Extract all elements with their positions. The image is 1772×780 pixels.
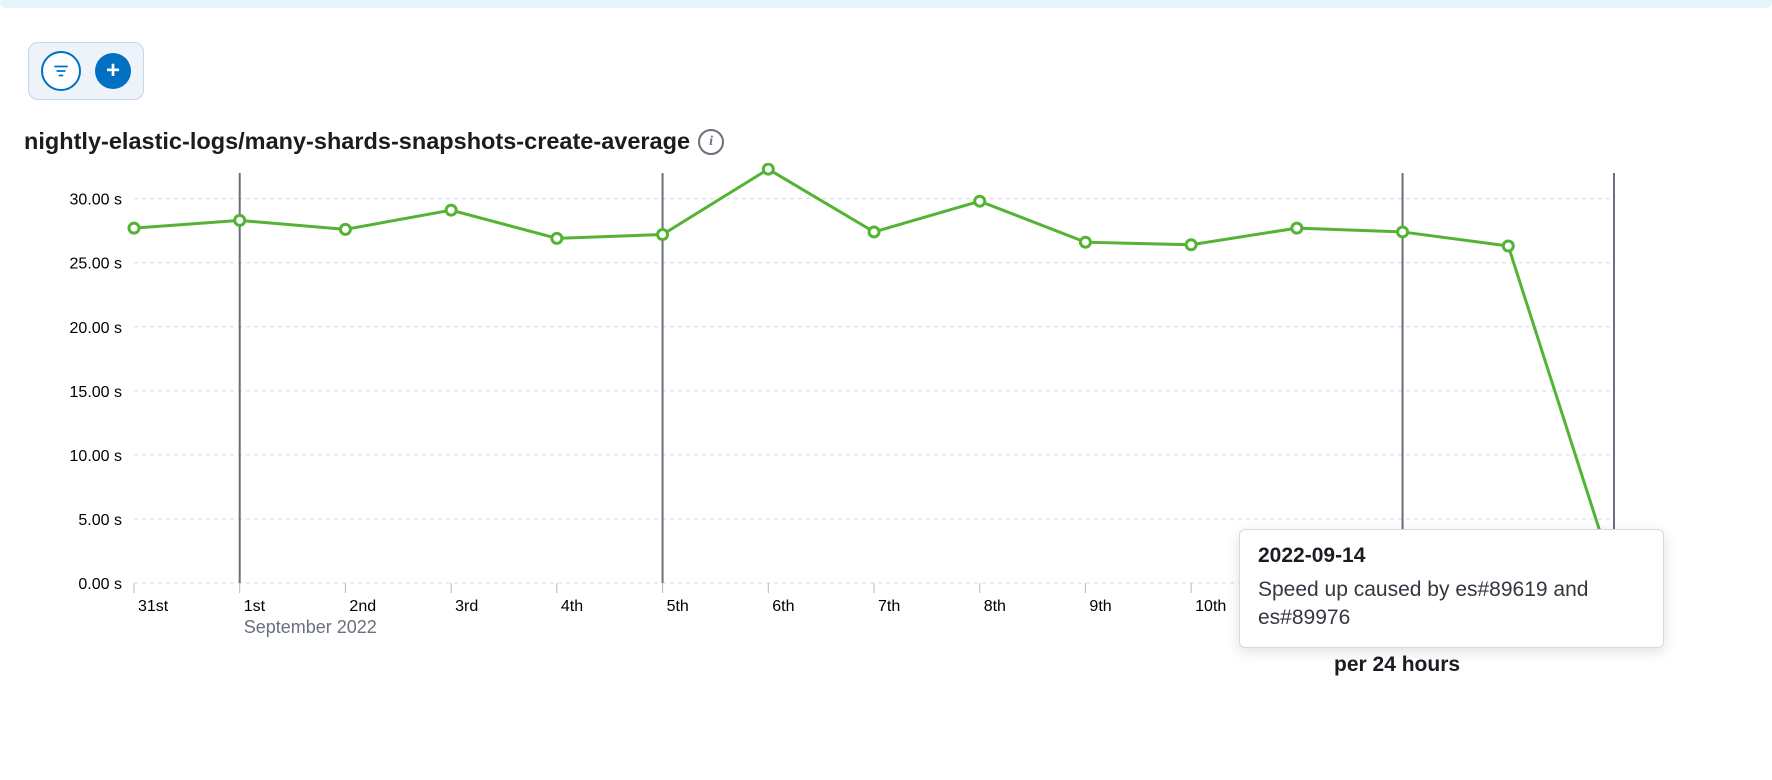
x-tick-label: 4th [561, 598, 583, 615]
data-point[interactable] [763, 164, 773, 174]
data-point[interactable] [975, 196, 985, 206]
x-tick-label: 9th [1089, 598, 1111, 615]
y-tick-label: 0.00 s [78, 576, 122, 593]
x-tick-label: 3rd [455, 598, 478, 615]
y-tick-label: 15.00 s [70, 384, 122, 401]
data-point[interactable] [235, 215, 245, 225]
top-info-strip [0, 0, 1772, 8]
y-tick-label: 10.00 s [70, 448, 122, 465]
x-tick-label: 10th [1195, 598, 1226, 615]
data-point[interactable] [1186, 240, 1196, 250]
y-tick-label: 20.00 s [70, 320, 122, 337]
chart-title: nightly-elastic-logs/many-shards-snapsho… [24, 128, 690, 155]
x-tick-label: 5th [667, 598, 689, 615]
x-axis-period-label: September 2022 [244, 617, 377, 637]
data-point[interactable] [129, 223, 139, 233]
y-tick-label: 25.00 s [70, 256, 122, 273]
chart-container: 0.00 s 5.00 s 10.00 s 15.00 s 20.00 s 25.00 s… [24, 163, 1664, 683]
data-point[interactable] [446, 205, 456, 215]
filter-toolbar: + [28, 42, 144, 100]
data-point[interactable] [1503, 241, 1513, 251]
x-axis-unit-label: per 24 hours [1334, 653, 1460, 677]
data-point[interactable] [1292, 223, 1302, 233]
x-tick-label: 6th [772, 598, 794, 615]
tooltip-body: Speed up caused by es#89619 and es#89976 [1258, 576, 1645, 633]
add-filter-button[interactable]: + [95, 53, 131, 89]
data-point[interactable] [1398, 227, 1408, 237]
tooltip-title: 2022-09-14 [1258, 544, 1645, 568]
filter-icon [52, 62, 70, 80]
x-tick-label: 7th [878, 598, 900, 615]
x-tick-label: 31st [138, 598, 169, 615]
plus-icon: + [106, 59, 120, 83]
data-point[interactable] [552, 233, 562, 243]
y-tick-label: 5.00 s [78, 512, 122, 529]
data-point[interactable] [1080, 237, 1090, 247]
data-point[interactable] [340, 224, 350, 234]
chart-title-row: nightly-elastic-logs/many-shards-snapsho… [24, 128, 1772, 155]
info-icon[interactable]: i [698, 129, 724, 155]
data-point[interactable] [869, 227, 879, 237]
filter-button[interactable] [41, 51, 81, 91]
annotation-tooltip: 2022-09-14 Speed up caused by es#89619 a… [1239, 529, 1664, 648]
y-tick-label: 30.00 s [70, 192, 122, 209]
x-tick-label: 2nd [349, 598, 376, 615]
x-tick-label: 8th [984, 598, 1006, 615]
data-point[interactable] [658, 230, 668, 240]
x-tick-label: 1st [244, 598, 266, 615]
